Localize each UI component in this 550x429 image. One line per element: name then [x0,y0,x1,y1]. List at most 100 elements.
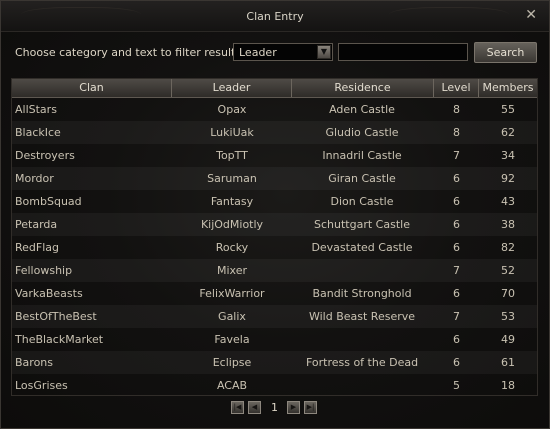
cell-clan: AllStars [15,103,57,116]
cell-level: 7 [453,149,460,162]
cell-leader: Eclipse [212,356,252,369]
next-page-icon[interactable]: ▶ [287,401,300,414]
cell-residence: Bandit Stronghold [312,287,412,300]
cell-residence [292,328,432,351]
cell-residence: Giran Castle [328,172,396,185]
table-header: Clan Leader Residence Level Members [12,79,537,98]
cell-level: 6 [453,356,460,369]
cell-leader: Saruman [207,172,257,185]
cell-leader: KijOdMiotly [200,218,264,231]
chevron-down-icon[interactable]: ▼ [317,45,331,59]
cell-clan: BestOfTheBest [15,310,97,323]
search-input[interactable] [338,43,468,61]
column-header-members[interactable]: Members [479,79,537,97]
cell-level: 6 [453,172,460,185]
table-row[interactable]: BlackIce LukiUak Gludio Castle 8 62 [12,121,537,144]
cell-members: 53 [501,310,515,323]
cell-residence: Gludio Castle [325,126,399,139]
category-select-value: Leader [239,46,277,59]
cell-leader: Mixer [216,264,247,277]
cell-clan: LosGrises [15,379,68,392]
cell-leader: TopTT [216,149,248,162]
cell-clan: RedFlag [15,241,60,254]
table-row[interactable]: Fellowship Mixer 7 52 [12,259,537,282]
table-row[interactable]: LosGrises ACAB 5 18 [12,374,537,397]
cell-clan: Petarda [15,218,58,231]
cell-residence: Innadril Castle [322,149,402,162]
cell-clan: Destroyers [15,149,75,162]
cell-level: 7 [453,264,460,277]
cell-clan: Mordor [15,172,54,185]
cell-leader: ACAB [216,379,248,392]
cell-residence: Dion Castle [330,195,394,208]
cell-residence: Fortress of the Dead [305,356,419,369]
prev-page-icon[interactable]: ◀ [248,401,261,414]
table-row[interactable]: Petarda KijOdMiotly Schuttgart Castle 6 38 [12,213,537,236]
cell-members: 82 [501,241,515,254]
cell-level: 8 [453,103,460,116]
cell-residence [292,374,432,397]
cell-clan: BombSquad [15,195,82,208]
cell-members: 61 [501,356,515,369]
cell-leader: Fantasy [210,195,254,208]
first-page-icon[interactable]: |◀ [231,401,244,414]
cell-members: 18 [501,379,515,392]
close-icon[interactable]: ✕ [525,7,537,23]
cell-members: 43 [501,195,515,208]
table-row[interactable]: BestOfTheBest Galix Wild Beast Reserve 7 53 [12,305,537,328]
column-header-clan[interactable]: Clan [12,79,172,97]
cell-clan: BlackIce [15,126,61,139]
last-page-icon[interactable]: ▶| [304,401,317,414]
cell-level: 6 [453,218,460,231]
cell-leader: LukiUak [210,126,254,139]
table-row[interactable]: AllStars Opax Aden Castle 8 55 [12,98,537,121]
cell-level: 8 [453,126,460,139]
table-row[interactable]: BombSquad Fantasy Dion Castle 6 43 [12,190,537,213]
column-header-level[interactable]: Level [434,79,479,97]
cell-residence: Wild Beast Reserve [308,310,416,323]
cell-level: 6 [453,333,460,346]
cell-level: 6 [453,287,460,300]
cell-clan: TheBlackMarket [15,333,104,346]
column-header-residence[interactable]: Residence [292,79,434,97]
cell-level: 6 [453,241,460,254]
cell-residence: Aden Castle [329,103,395,116]
cell-level: 5 [453,379,460,392]
cell-members: 38 [501,218,515,231]
table-row[interactable]: RedFlag Rocky Devastated Castle 6 82 [12,236,537,259]
cell-leader: Rocky [215,241,249,254]
category-select[interactable]: Leader ▼ [233,43,333,61]
cell-residence: Schuttgart Castle [314,218,410,231]
cell-residence: Devastated Castle [311,241,413,254]
table-row[interactable]: TheBlackMarket Favela 6 49 [12,328,537,351]
window-title: Clan Entry [246,10,304,23]
cell-members: 70 [501,287,515,300]
filter-label: Choose category and text to filter resul… [15,46,242,59]
cell-level: 6 [453,195,460,208]
page-number: 1 [271,401,278,414]
cell-members: 55 [501,103,515,116]
cell-clan: Barons [15,356,54,369]
cell-residence [292,259,432,282]
table-row[interactable]: Mordor Saruman Giran Castle 6 92 [12,167,537,190]
cell-level: 7 [453,310,460,323]
cell-members: 34 [501,149,515,162]
cell-members: 52 [501,264,515,277]
cell-members: 92 [501,172,515,185]
cell-members: 62 [501,126,515,139]
cell-clan: Fellowship [15,264,73,277]
column-header-leader[interactable]: Leader [172,79,292,97]
table-row[interactable]: VarkaBeasts FelixWarrior Bandit Stronghold… [12,282,537,305]
cell-leader: FelixWarrior [199,287,265,300]
search-button[interactable]: Search [474,42,537,63]
cell-leader: Galix [218,310,246,323]
title-bar[interactable]: Clan Entry ✕ [1,1,549,32]
table-row[interactable]: Destroyers TopTT Innadril Castle 7 34 [12,144,537,167]
cell-leader: Opax [217,103,247,116]
cell-members: 49 [501,333,515,346]
clan-table: Clan Leader Residence Level Members AllS… [11,78,538,396]
cell-clan: VarkaBeasts [15,287,83,300]
clan-entry-window: Clan Entry ✕ Choose category and text to… [0,0,550,429]
table-row[interactable]: Barons Eclipse Fortress of the Dead 6 61 [12,351,537,374]
cell-leader: Favela [214,333,250,346]
